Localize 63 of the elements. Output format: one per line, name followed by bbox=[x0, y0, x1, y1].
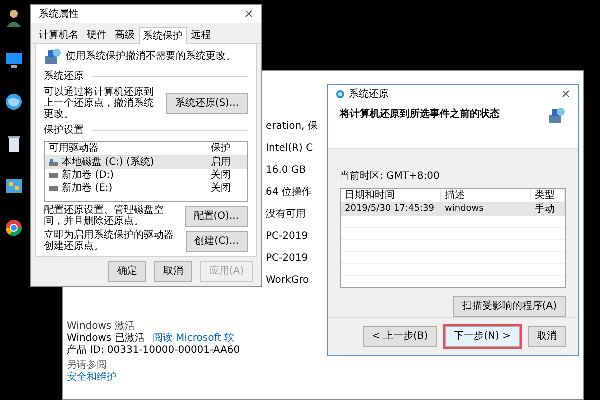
create-text: 立即为启用系统保护的驱动器创建还原点。 bbox=[44, 230, 175, 252]
dialog-button[interactable]: 扫描受影响的程序(A) bbox=[453, 296, 566, 317]
restore-point-row[interactable]: 2019/5/30 17:45:39 windows 手动 bbox=[341, 203, 565, 216]
table-cell-text: 手动 bbox=[534, 203, 556, 216]
timezone-text: 当前时区: GMT+8:00 bbox=[340, 170, 441, 184]
window-title: 系统还原 bbox=[349, 88, 389, 102]
info-text: PC-2019 bbox=[266, 253, 310, 265]
protection-status: 关闭 bbox=[210, 182, 232, 195]
dialog-button[interactable]: 下一步(N) > bbox=[445, 326, 520, 347]
drive-name: 新加卷 (E:) bbox=[62, 182, 113, 195]
section-label: 保护设置 bbox=[44, 124, 84, 138]
close-icon[interactable] bbox=[562, 90, 570, 98]
drive-row[interactable]: 本地磁盘 (C:) (系统) 启用 bbox=[45, 156, 247, 169]
table-cell-text: 2019/5/30 17:45:39 bbox=[344, 203, 436, 216]
see-also-label: 另请参阅 bbox=[67, 360, 108, 372]
drive-row[interactable]: 新加卷 (D:) 关闭 bbox=[45, 169, 247, 182]
browser-icon[interactable] bbox=[4, 218, 24, 238]
control-panel-icon[interactable] bbox=[4, 176, 24, 196]
monitor-icon[interactable] bbox=[4, 50, 24, 70]
info-text: 64 位操作 bbox=[266, 187, 313, 199]
drive-name: 本地磁盘 (C:) (系统) bbox=[62, 156, 154, 169]
dialog-button[interactable]: 确定 bbox=[108, 261, 146, 282]
section-heading: Windows 激活 bbox=[67, 321, 136, 333]
computer-restore-icon bbox=[548, 107, 566, 125]
product-id: 产品 ID: 00331-10000-00001-AA60 bbox=[67, 345, 242, 357]
column-header[interactable]: 类型 bbox=[531, 189, 565, 202]
column-header[interactable]: 日期和时间 bbox=[341, 189, 441, 202]
user-icon[interactable] bbox=[4, 8, 24, 28]
info-text: 16.0 GB bbox=[266, 165, 308, 177]
protection-status: 关闭 bbox=[210, 169, 232, 182]
globe-icon[interactable] bbox=[4, 92, 24, 112]
column-header[interactable]: 可用驱动器 bbox=[45, 142, 207, 155]
dialog-button[interactable]: 系统还原(S)... bbox=[166, 93, 248, 114]
dialog-button[interactable]: 创建(C)... bbox=[186, 230, 248, 252]
system-drive-icon bbox=[49, 159, 58, 166]
info-text: WorkGro bbox=[266, 275, 310, 287]
info-text: PC-2019 bbox=[266, 231, 310, 243]
section-label: 系统还原 bbox=[44, 70, 84, 84]
configure-text: 配置还原设置、管理磁盘空间，并且删除还原点。 bbox=[44, 205, 165, 227]
computer-shield-icon bbox=[44, 48, 62, 66]
security-link[interactable]: 安全和维护 bbox=[67, 372, 295, 384]
restore-icon bbox=[336, 90, 345, 98]
info-text: 没有可用 bbox=[266, 209, 307, 221]
restore-text: 可以通过将计算机还原到上一个还原点，撤消系统更改。 bbox=[44, 87, 155, 120]
column-header[interactable]: 描述 bbox=[441, 189, 531, 202]
info-text: eration, 保 bbox=[266, 121, 319, 133]
drive-row[interactable]: 新加卷 (E:) 关闭 bbox=[45, 182, 247, 195]
info-text: Intel(R) C bbox=[266, 143, 314, 155]
drive-name: 新加卷 (D:) bbox=[62, 169, 114, 182]
dialog-button[interactable]: 配置(O)... bbox=[184, 206, 248, 226]
dialog-heading: 将计算机还原到所选事件之前的状态 bbox=[340, 107, 500, 122]
table-cell-text: windows bbox=[444, 203, 485, 216]
dialog-button[interactable]: 取消 bbox=[154, 261, 192, 282]
protection-status: 启用 bbox=[210, 156, 232, 169]
intro-text: 使用系统保护撤消不需要的系统更改。 bbox=[66, 51, 236, 63]
window-title: 系统属性 bbox=[39, 8, 79, 22]
license-link[interactable]: 阅读 Microsoft 软 bbox=[152, 333, 235, 345]
tab[interactable]: 系统保护 bbox=[139, 27, 187, 44]
close-icon[interactable] bbox=[245, 10, 253, 18]
dialog-button[interactable]: 取消 bbox=[528, 326, 566, 347]
dialog-button[interactable]: < 上一步(B) bbox=[362, 326, 438, 347]
column-header[interactable]: 保护 bbox=[207, 142, 247, 155]
activation-status: Windows 已激活 bbox=[67, 333, 145, 344]
